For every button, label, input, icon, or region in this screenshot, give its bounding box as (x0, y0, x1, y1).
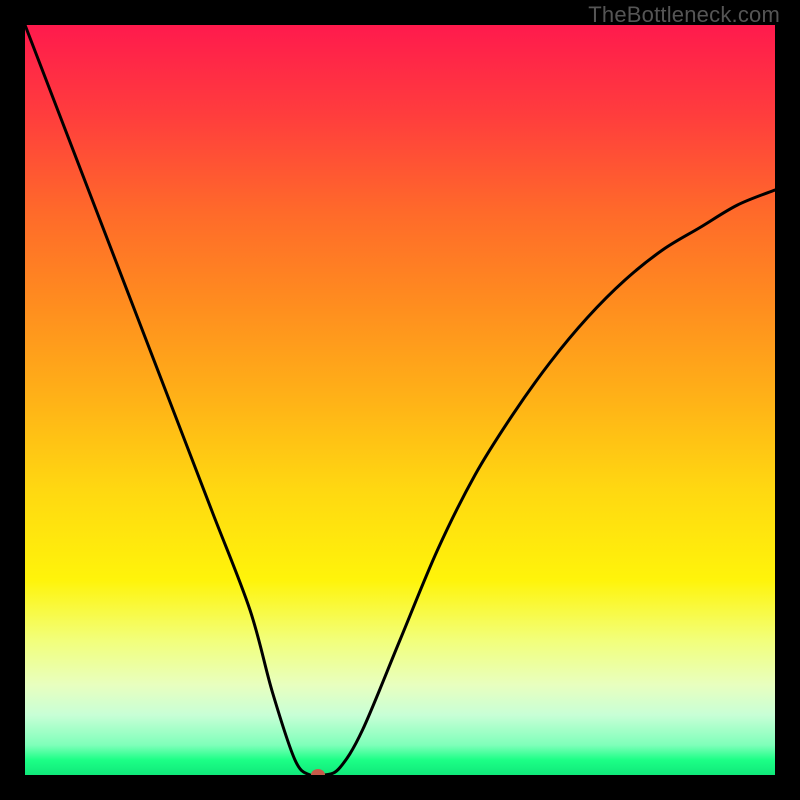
chart-frame: TheBottleneck.com (0, 0, 800, 800)
plot-area (25, 25, 775, 775)
minimum-marker (311, 769, 325, 775)
bottleneck-curve (25, 25, 775, 775)
watermark-text: TheBottleneck.com (588, 2, 780, 28)
